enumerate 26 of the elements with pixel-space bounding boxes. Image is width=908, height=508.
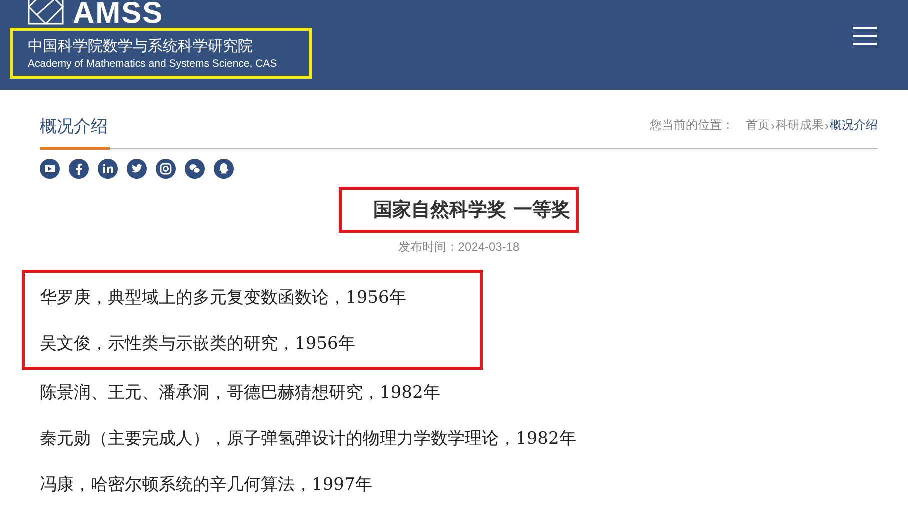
menu-icon <box>853 26 877 46</box>
breadcrumb-link[interactable]: 科研成果 <box>776 117 824 134</box>
award-entry: 秦元勋（主要完成人），原子弹氢弹设计的物理力学数学理论，1982年 <box>40 428 578 451</box>
chat-bubbles-icon[interactable] <box>185 159 205 179</box>
logo-text: AMSS <box>73 0 164 28</box>
in-icon[interactable] <box>98 159 118 179</box>
institute-name-english: Academy of Mathematics and Systems Science, CAS <box>28 57 278 72</box>
award-entry: 吴文俊，示性类与示嵌类的研究，1956年 <box>40 333 356 356</box>
logo-icon <box>27 0 67 28</box>
section-title: 概况介绍 <box>40 115 110 150</box>
breadcrumb-link[interactable]: 概况介绍 <box>830 117 878 134</box>
institute-name-chinese: 中国科学院数学与系统科学研究院 <box>28 37 254 56</box>
camera-icon[interactable] <box>156 159 176 179</box>
menu-button[interactable] <box>853 26 877 46</box>
award-entry: 华罗庚，典型域上的多元复变数函数论，1956年 <box>40 287 408 310</box>
publish-date: 发布时间：2024-03-18 <box>397 239 521 256</box>
award-entry: 陈景润、王元、潘承洞，哥德巴赫猜想研究，1982年 <box>40 382 442 405</box>
play-icon[interactable] <box>40 159 60 179</box>
breadcrumb-separator: › <box>825 118 829 132</box>
breadcrumb-label: 您当前的位置： <box>650 117 734 134</box>
bird-icon[interactable] <box>127 159 147 179</box>
article-title: 国家自然科学奖 一等奖 <box>338 187 580 233</box>
breadcrumb-link[interactable]: 首页 <box>746 117 770 134</box>
f-icon[interactable] <box>69 159 89 179</box>
breadcrumb-separator: › <box>771 118 775 132</box>
award-entry: 冯康，哈密尔顿系统的辛几何算法，1997年 <box>40 474 374 497</box>
